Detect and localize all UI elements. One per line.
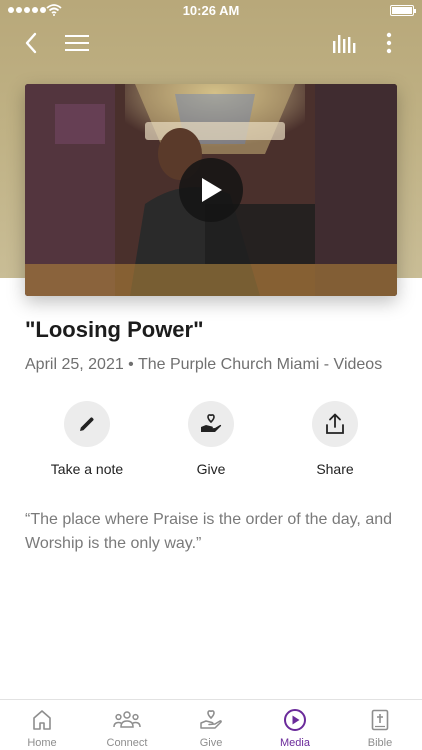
pencil-icon	[80, 417, 94, 431]
share-circle	[312, 401, 358, 447]
more-options-button[interactable]	[376, 26, 402, 60]
tab-media[interactable]: Media	[253, 700, 337, 750]
tab-connect-label: Connect	[106, 737, 148, 749]
menu-button[interactable]	[62, 26, 92, 60]
play-button[interactable]	[179, 158, 243, 222]
share-upload-icon	[326, 413, 344, 434]
tab-connect[interactable]: Connect	[85, 700, 169, 750]
give-label: Give	[196, 461, 226, 477]
heart-hand-icon	[200, 710, 222, 729]
play-icon	[202, 178, 222, 202]
people-group-icon	[113, 711, 141, 728]
take-note-circle	[64, 401, 110, 447]
hamburger-menu-icon	[65, 35, 89, 51]
tab-media-label: Media	[280, 737, 310, 749]
share-label: Share	[316, 461, 354, 477]
tab-give-label: Give	[199, 737, 223, 749]
bottom-tab-bar: Home Connect Give Media Bible	[0, 699, 422, 750]
audio-bars-icon	[333, 35, 356, 53]
media-description: “The place where Praise is the order of …	[25, 511, 393, 552]
tab-home-label: Home	[27, 737, 57, 749]
audio-button[interactable]	[328, 26, 362, 60]
tab-bible-label: Bible	[367, 737, 393, 749]
status-time: 10:26 AM	[182, 3, 240, 18]
tab-home[interactable]: Home	[0, 700, 84, 750]
home-icon	[33, 710, 51, 730]
take-note-button[interactable]: Take a note	[32, 401, 142, 477]
page-title: "Loosing Power"	[25, 317, 204, 342]
video-player[interactable]	[25, 84, 397, 296]
tab-bible[interactable]: Bible	[338, 700, 422, 750]
battery-icon	[390, 5, 416, 16]
share-button[interactable]: Share	[280, 401, 390, 477]
media-meta: April 25, 2021 • The Purple Church Miami…	[25, 356, 383, 373]
take-note-label: Take a note	[50, 461, 124, 477]
give-circle	[188, 401, 234, 447]
give-button[interactable]: Give	[156, 401, 266, 477]
back-button[interactable]	[16, 26, 46, 60]
top-navigation	[0, 26, 422, 60]
tab-give[interactable]: Give	[169, 700, 253, 750]
bible-cross-icon	[371, 709, 389, 731]
vertical-dots-icon	[386, 32, 392, 54]
status-bar: 10:26 AM	[0, 0, 422, 22]
heart-hand-icon	[201, 414, 222, 432]
play-circle-icon	[284, 709, 306, 731]
chevron-left-icon	[25, 32, 37, 54]
